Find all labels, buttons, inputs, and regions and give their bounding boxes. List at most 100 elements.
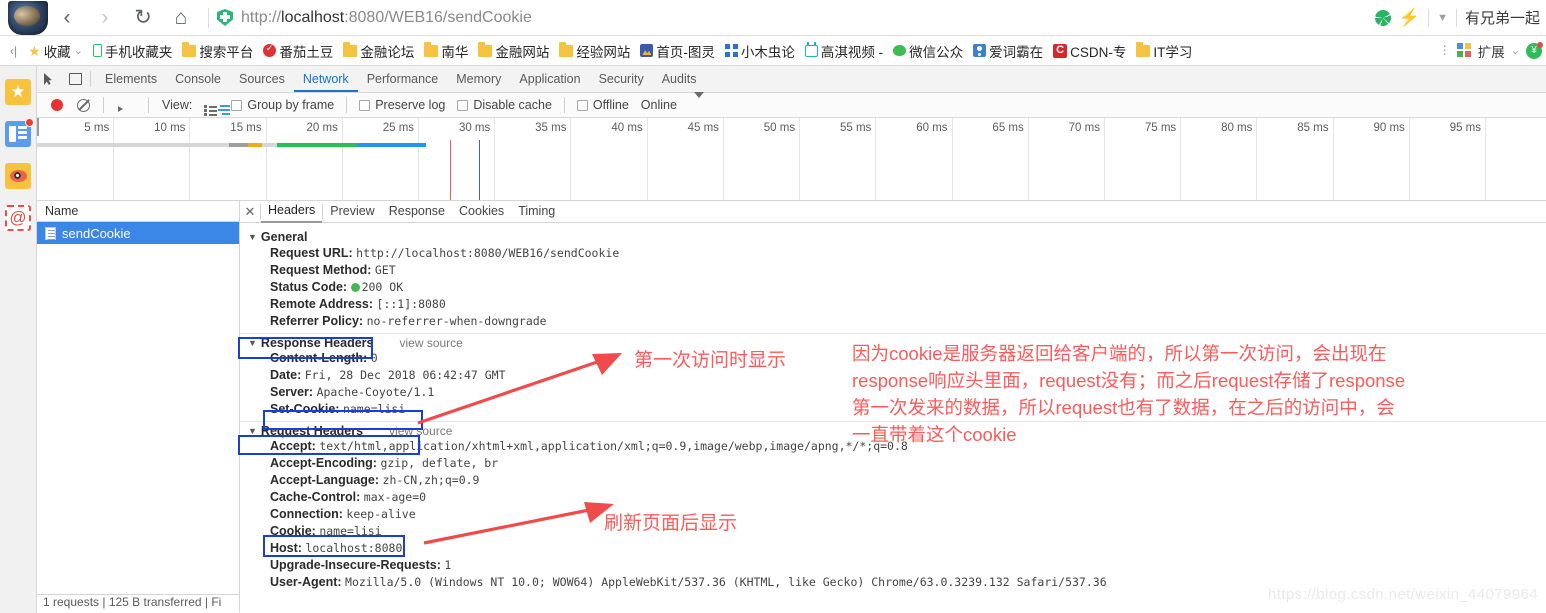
url-scheme: http:// [241, 8, 282, 26]
bookmark-nanhua[interactable]: 南华 [419, 39, 473, 63]
bookmark-finance-forum[interactable]: 金融论坛 [338, 39, 419, 63]
sidebar-item-favorites[interactable]: ★ [5, 79, 31, 105]
section-general[interactable]: ▼ General [240, 228, 1546, 245]
chevron-down-icon[interactable] [684, 92, 714, 112]
tab-network[interactable]: Network [293, 66, 358, 92]
avatar[interactable] [8, 0, 48, 35]
timeline-gridline [1103, 118, 1105, 200]
bookmark-tomato[interactable]: 番茄土豆 [258, 39, 338, 63]
wallet-icon[interactable]: ¥ [1526, 41, 1543, 59]
extensions-label: 扩展 [1477, 44, 1505, 60]
header-row: Upgrade-Insecure-Requests: 1 [240, 557, 1546, 574]
lightning-bolt-icon[interactable]: ⚡ [1399, 9, 1420, 26]
bookmark-label: 番茄土豆 [279, 44, 334, 60]
throttling-select[interactable]: Online [636, 98, 682, 112]
browser-side-panel: ★ @ [0, 66, 37, 613]
waterfall-segment-stalled [228, 143, 249, 147]
bookmark-mobile-favorites[interactable]: 手机收藏夹 [88, 39, 178, 63]
bookmark-finance-sites[interactable]: 金融网站 [473, 39, 554, 63]
wechat-icon [893, 45, 907, 56]
tomato-check-icon [263, 43, 277, 57]
address-bar[interactable]: http://localhost:8080/WEB16/sendCookie [241, 9, 532, 27]
back-arrow-icon[interactable]: ‹ [48, 1, 86, 35]
tab-preview[interactable]: Preview [323, 201, 381, 222]
folder-icon [182, 41, 197, 57]
group-by-frame-checkbox[interactable]: Group by frame [226, 98, 339, 112]
tab-response[interactable]: Response [382, 201, 452, 222]
sidebar-item-mail[interactable]: @ [5, 205, 31, 231]
preserve-log-checkbox[interactable]: Preserve log [354, 98, 450, 112]
detail-tabbar: ✕ Headers Preview Response Cookies Timin… [240, 201, 1546, 223]
timeline-tick-label: 95 ms [1449, 122, 1482, 134]
bookmark-it-study[interactable]: IT学习 [1131, 39, 1197, 63]
toolbar-divider [103, 97, 104, 113]
list-item[interactable]: sendCookie [37, 222, 239, 244]
request-list-column-header[interactable]: Name [37, 201, 239, 222]
bookmark-favorites[interactable]: ★ 收藏 ⌄ [23, 39, 88, 63]
sidebar-item-weibo[interactable] [5, 163, 31, 189]
tab-audits[interactable]: Audits [653, 66, 706, 92]
bookmark-search-platform[interactable]: 搜索平台 [177, 39, 258, 63]
tab-memory[interactable]: Memory [447, 66, 510, 92]
section-title: Response Headers [260, 336, 374, 350]
bookmark-iciba[interactable]: 爱词霸在 [968, 39, 1048, 63]
checkbox-icon [231, 99, 243, 111]
timeline-tick-label: 35 ms [535, 122, 567, 134]
record-button-icon[interactable] [51, 99, 63, 111]
network-timeline-overview[interactable]: 5 ms 10 ms 15 ms 20 ms 25 ms 30 ms 35 ms 40 ms 4… [37, 118, 1546, 201]
bookmark-muchong[interactable]: 小木虫论 [720, 39, 800, 63]
disable-cache-checkbox[interactable]: Disable cache [452, 98, 557, 112]
bookmark-csdn[interactable]: C CSDN-专 [1048, 39, 1131, 63]
chevron-down-icon[interactable]: ▼ [1437, 12, 1448, 24]
toolbar-divider-2 [1428, 8, 1430, 27]
tab-performance[interactable]: Performance [358, 66, 448, 92]
header-key: Accept: [270, 439, 316, 453]
timeline-tick-label: 10 ms [154, 122, 186, 134]
tab-sources[interactable]: Sources [230, 66, 294, 92]
pinwheel-icon[interactable] [1374, 9, 1391, 26]
bookmarks-right-group: ⋮ 扩展 ⌄ ¥ [1439, 41, 1546, 61]
tab-headers[interactable]: Headers [261, 201, 323, 223]
chevron-down-icon[interactable]: ⌄ [74, 44, 83, 57]
tab-timing[interactable]: Timing [511, 201, 562, 222]
home-icon[interactable]: ⌂ [162, 1, 200, 35]
drag-handle-icon[interactable]: ⋮ [1439, 44, 1451, 56]
tab-application[interactable]: Application [510, 66, 589, 92]
header-row: Request Method: GET [240, 262, 1546, 279]
bookmark-wechat[interactable]: 微信公众 [888, 39, 968, 63]
tab-console[interactable]: Console [166, 66, 230, 92]
tab-security[interactable]: Security [590, 66, 653, 92]
header-key: Cookie: [270, 524, 316, 538]
inspect-cursor-icon[interactable] [37, 67, 61, 91]
bookmark-label: 高淇视频 - [820, 44, 884, 60]
tab-elements[interactable]: Elements [96, 66, 166, 92]
extensions-icon[interactable] [1456, 43, 1472, 58]
tab-cookies[interactable]: Cookies [452, 201, 511, 222]
close-icon[interactable]: ✕ [240, 204, 260, 220]
notification-badge [25, 118, 34, 127]
bookmark-experience-sites[interactable]: 经验网站 [554, 39, 635, 63]
timeline-gridline [1256, 118, 1258, 200]
timeline-tick-label: 80 ms [1221, 122, 1253, 134]
chevron-down-icon[interactable]: ⌄ [1511, 44, 1520, 57]
security-shield-icon[interactable] [217, 9, 233, 26]
folder-icon [478, 41, 493, 57]
reload-icon[interactable]: ↻ [124, 1, 162, 35]
device-toolbar-icon[interactable] [61, 67, 85, 91]
view-label: View: [162, 98, 193, 112]
timeline-tick-label: 75 ms [1144, 122, 1177, 134]
timeline-marker-dom-content-loaded [450, 140, 452, 200]
bookmark-label: 小木虫论 [740, 44, 795, 60]
checkbox-icon [457, 99, 469, 111]
bookmark-gaoqi-video[interactable]: 高淇视频 - [800, 39, 888, 63]
timeline-tick-label: 90 ms [1373, 122, 1405, 134]
forward-arrow-icon[interactable]: › [86, 1, 124, 35]
clear-icon[interactable] [77, 98, 90, 112]
bookmark-turing[interactable]: 首页-图灵 [635, 39, 720, 63]
bookmarks-overflow-icon[interactable]: ‹| [0, 44, 23, 58]
header-key: Remote Address: [270, 297, 374, 311]
waterfall-segment-waiting [248, 143, 262, 147]
header-key: Upgrade-Insecure-Requests: [270, 558, 441, 572]
offline-checkbox[interactable]: Offline [572, 98, 634, 112]
sidebar-item-news[interactable] [5, 118, 34, 147]
